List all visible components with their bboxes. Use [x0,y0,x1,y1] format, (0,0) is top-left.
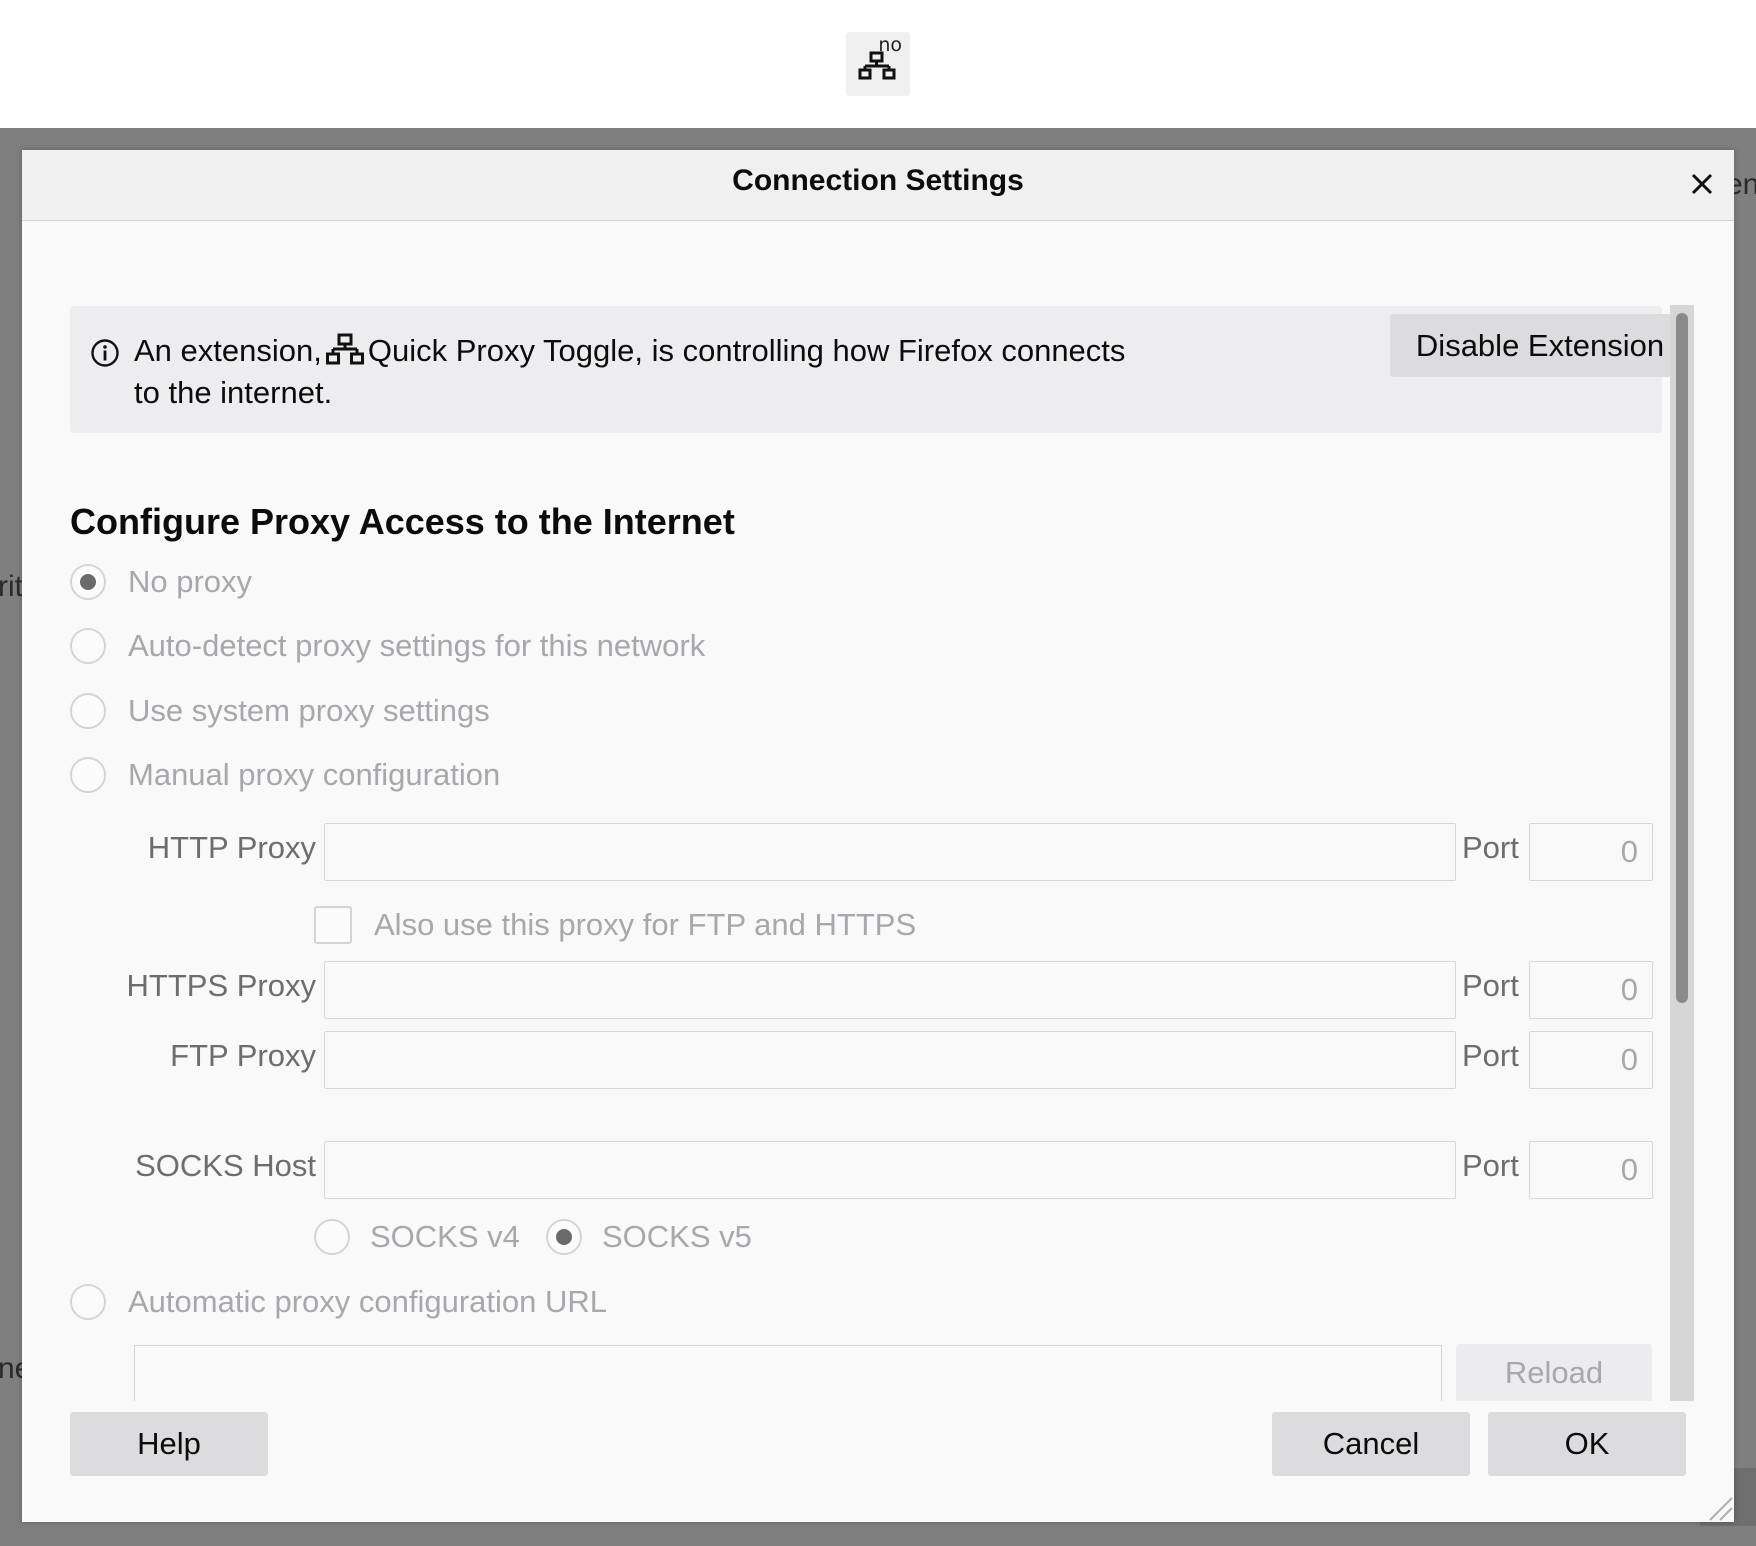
radio-button[interactable] [70,1284,106,1320]
ftp-port-input[interactable]: 0 [1529,1031,1653,1089]
cancel-button[interactable]: Cancel [1272,1412,1470,1476]
notice-text-before: An extension, [134,333,322,368]
close-button[interactable] [1682,164,1722,204]
radio-label: Manual proxy configuration [128,757,501,792]
network-icon [858,51,896,80]
close-icon [1691,173,1713,195]
help-button[interactable]: Help [70,1412,268,1476]
radio-button[interactable] [70,564,106,600]
radio-label: SOCKS v5 [602,1219,752,1254]
radio-system-proxy[interactable]: Use system proxy settings [70,689,490,733]
dialog-header: Connection Settings [22,150,1734,221]
also-use-proxy-label: Also use this proxy for FTP and HTTPS [374,907,917,942]
ftp-port-label: Port [1462,1038,1519,1073]
quick-proxy-toggle-button[interactable]: no [846,32,910,96]
socks-host-label: SOCKS Host [135,1148,316,1183]
resize-grip-icon[interactable] [1702,1490,1734,1522]
socks-host-input[interactable] [324,1141,1456,1199]
radio-button[interactable] [546,1219,582,1255]
https-port-input[interactable]: 0 [1529,961,1653,1019]
dialog-title: Connection Settings [732,164,1024,197]
extension-network-icon [325,333,364,365]
radio-label: No proxy [128,564,253,599]
socks-port-input[interactable]: 0 [1529,1141,1653,1199]
radio-label: SOCKS v4 [370,1219,520,1254]
radio-auto-proxy-url[interactable]: Automatic proxy configuration URL [70,1280,607,1324]
connection-settings-dialog: Connection Settings An extension, Quick P… [22,150,1734,1522]
http-proxy-label: HTTP Proxy [147,830,316,865]
disable-extension-button[interactable]: Disable Extension [1390,314,1690,377]
radio-label: Auto-detect proxy settings for this netw… [128,628,706,663]
radio-no-proxy[interactable]: No proxy [70,560,252,604]
http-port-label: Port [1462,830,1519,865]
radio-button[interactable] [70,628,106,664]
pac-url-input[interactable] [134,1345,1442,1401]
radio-button[interactable] [314,1219,350,1255]
radio-socks-v5[interactable]: SOCKS v5 [546,1215,752,1259]
scrollbar-thumb[interactable] [1676,313,1688,1003]
radio-socks-v4[interactable]: SOCKS v4 [314,1215,520,1259]
https-proxy-label: HTTPS Proxy [126,968,316,1003]
radio-label: Automatic proxy configuration URL [128,1284,608,1319]
socks-port-label: Port [1462,1148,1519,1183]
http-port-input[interactable]: 0 [1529,823,1653,881]
notice-extension-name: Quick Proxy Toggle [367,333,635,368]
http-proxy-input[interactable] [324,823,1456,881]
radio-button[interactable] [70,693,106,729]
ftp-proxy-input[interactable] [324,1031,1456,1089]
info-icon [91,339,119,367]
radio-manual-proxy[interactable]: Manual proxy configuration [70,753,500,797]
also-use-proxy-checkbox[interactable] [314,906,352,944]
radio-button[interactable] [70,757,106,793]
proxy-section-title: Configure Proxy Access to the Internet [70,501,735,542]
background-text-fragment: rit [0,570,23,603]
browser-toolbar: no [0,0,1756,128]
https-proxy-input[interactable] [324,961,1456,1019]
ftp-proxy-label: FTP Proxy [170,1038,316,1073]
reload-button[interactable]: Reload [1456,1344,1652,1401]
notice-message: An extension, Quick Proxy Toggle, is cont… [134,330,1144,414]
ok-button[interactable]: OK [1488,1412,1686,1476]
https-port-label: Port [1462,968,1519,1003]
radio-label: Use system proxy settings [128,693,490,728]
extension-control-notice: An extension, Quick Proxy Toggle, is cont… [70,306,1690,433]
radio-auto-detect[interactable]: Auto-detect proxy settings for this netw… [70,624,705,668]
dialog-content: An extension, Quick Proxy Toggle, is cont… [22,221,1734,1401]
